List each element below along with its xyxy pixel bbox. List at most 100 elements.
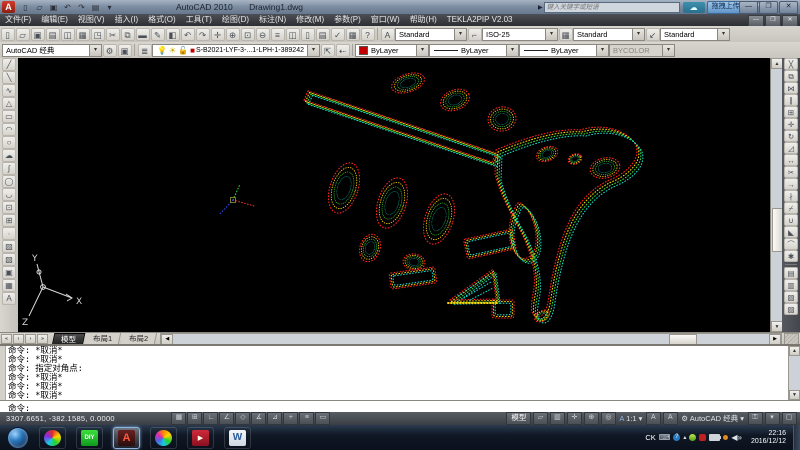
menu-p[interactable]: 参数(P) <box>329 14 366 26</box>
preview-icon[interactable]: ◫ <box>61 28 75 41</box>
minimize-button[interactable]: — <box>739 1 758 14</box>
restore-button[interactable]: ❐ <box>759 1 778 14</box>
layer-previous-icon[interactable]: ⇠ <box>336 44 350 57</box>
make-block-icon[interactable]: ⊞ <box>2 214 16 227</box>
paste-icon[interactable]: ▬ <box>136 28 150 41</box>
command-history-window[interactable]: 命令: *取消*命令: *取消*命令: 指定对角点:命令: *取消*命令: *取… <box>0 344 800 400</box>
menu-h[interactable]: 帮助(H) <box>405 14 442 26</box>
command-vertical-scrollbar[interactable]: ▲ ▼ <box>788 346 800 400</box>
layer-manager-icon[interactable]: ≣ <box>138 44 152 57</box>
model-space-button[interactable]: 模型 <box>506 412 531 425</box>
undo-icon[interactable]: ↶ <box>181 28 195 41</box>
break-point-icon[interactable]: ∤ <box>784 190 798 202</box>
mtext-icon[interactable]: A <box>2 292 16 305</box>
security-tray-icon[interactable] <box>689 434 696 441</box>
keyboard-icon[interactable]: ⌨ <box>659 433 671 442</box>
publish-icon[interactable]: ▦ <box>76 28 90 41</box>
text-style-icon[interactable]: A <box>381 28 395 41</box>
ducs-toggle[interactable]: ⊿ <box>267 412 282 425</box>
spline-icon[interactable]: ∫ <box>2 162 16 175</box>
hscroll-thumb[interactable] <box>669 334 697 345</box>
polar-toggle[interactable]: ∠ <box>219 412 234 425</box>
new-icon[interactable]: ▯ <box>20 2 32 13</box>
scale-icon[interactable]: ◿ <box>784 142 798 154</box>
plot-icon[interactable]: ▤ <box>46 28 60 41</box>
scroll-right-icon[interactable]: ▶ <box>769 334 781 345</box>
menu-n[interactable]: 标注(N) <box>254 14 291 26</box>
layer-color-icon[interactable]: ■ <box>190 46 195 55</box>
zoom-previous-icon[interactable]: ⊖ <box>256 28 270 41</box>
menu-f[interactable]: 文件(F) <box>0 14 36 26</box>
menu-t[interactable]: 工具(T) <box>181 14 217 26</box>
battery-icon[interactable] <box>709 434 720 441</box>
properties-icon[interactable]: ≡ <box>271 28 285 41</box>
lwt-toggle[interactable]: ≡ <box>299 412 314 425</box>
status-menu-icon[interactable]: ▾ <box>765 412 780 425</box>
circle-icon[interactable]: ○ <box>2 136 16 149</box>
join-icon[interactable]: ∪ <box>784 214 798 226</box>
app-pinwheel[interactable] <box>150 427 177 449</box>
menu-o[interactable]: 格式(O) <box>143 14 181 26</box>
draworder-under-icon[interactable]: ▨ <box>784 303 798 315</box>
redo-icon[interactable]: ↷ <box>196 28 210 41</box>
help-icon[interactable]: ? <box>361 28 375 41</box>
zoom-window-icon[interactable]: ⊡ <box>241 28 255 41</box>
workspace-settings-icon[interactable]: ⚙ <box>103 44 117 57</box>
menu-e[interactable]: 编辑(E) <box>36 14 73 26</box>
fillet-icon[interactable]: ⌒ <box>784 238 798 250</box>
clean-screen-icon[interactable]: ▢ <box>782 412 797 425</box>
menu-w[interactable]: 窗口(W) <box>366 14 405 26</box>
grid-toggle[interactable]: ⊞ <box>187 412 202 425</box>
mleader-style-icon[interactable]: ↙ <box>646 28 660 41</box>
draworder-back-icon[interactable]: ▥ <box>784 279 798 291</box>
dim-style-icon[interactable]: ⌐ <box>468 28 482 41</box>
workspace-dropdown[interactable]: AutoCAD 经典▾ <box>2 44 102 57</box>
explode-icon[interactable]: ✱ <box>784 250 798 262</box>
break-icon[interactable]: ⌿ <box>784 202 798 214</box>
search-collapse-icon[interactable]: ▶ <box>538 4 543 11</box>
markup-icon[interactable]: ✓ <box>331 28 345 41</box>
dim-style-dropdown[interactable]: ISO-25▾ <box>482 28 558 41</box>
autocad-logo-icon[interactable]: A <box>2 1 15 13</box>
table-style-icon[interactable]: ▦ <box>559 28 573 41</box>
pan-icon[interactable]: ✛ <box>211 28 225 41</box>
table-style-dropdown[interactable]: Standard▾ <box>573 28 645 41</box>
drawing-quickview-icon[interactable]: ▥ <box>550 412 565 425</box>
matchprop-icon[interactable]: ✎ <box>151 28 165 41</box>
communication-center-icon[interactable]: ☁ <box>683 2 705 13</box>
app-autocad[interactable]: A <box>113 427 140 449</box>
extend-icon[interactable]: → <box>784 178 798 190</box>
toolbar-lock-icon[interactable]: ⚿ <box>748 412 763 425</box>
steeringwheel-icon[interactable]: ◎ <box>601 412 616 425</box>
revcloud-icon[interactable]: ☁ <box>2 149 16 162</box>
canvas-vertical-scrollbar[interactable]: ▲ ▼ <box>770 58 782 332</box>
draworder-above-icon[interactable]: ▧ <box>784 291 798 303</box>
menu-m[interactable]: 修改(M) <box>291 14 329 26</box>
osnap-toggle[interactable]: ◇ <box>235 412 250 425</box>
pan-tool-icon[interactable]: ✛ <box>567 412 582 425</box>
tab-布局1[interactable]: 布局1 <box>85 333 122 344</box>
plot-icon[interactable]: ▤ <box>90 2 102 13</box>
annotation-visibility-icon[interactable]: A <box>646 412 661 425</box>
color-dropdown[interactable]: ByLayer▾ <box>355 44 429 57</box>
layer-freeze-icon[interactable]: ☀ <box>169 46 176 55</box>
volume-icon[interactable]: ◀» <box>731 433 742 442</box>
rotate-icon[interactable]: ↻ <box>784 130 798 142</box>
ellipse-icon[interactable]: ◯ <box>2 175 16 188</box>
undo-icon[interactable]: ↶ <box>62 2 74 13</box>
save-icon[interactable]: ▣ <box>31 28 45 41</box>
tray-expand-icon[interactable]: ▴ <box>683 434 686 441</box>
menu-d[interactable]: 绘图(D) <box>217 14 254 26</box>
app-diy[interactable]: DIY <box>76 427 103 449</box>
zoom-tool-icon[interactable]: ⊕ <box>584 412 599 425</box>
save-icon[interactable]: ▣ <box>48 2 60 13</box>
cmd-scroll-up-icon[interactable]: ▲ <box>789 346 800 356</box>
workspace-save-icon[interactable]: ▣ <box>118 44 132 57</box>
text-style-dropdown[interactable]: Standard▾ <box>395 28 467 41</box>
show-desktop-button[interactable] <box>793 425 800 450</box>
quickcalc-icon[interactable]: ▦ <box>346 28 360 41</box>
menu-tekla2pipv203[interactable]: TEKLA2PIP V2.03 <box>442 14 518 26</box>
search-input[interactable] <box>544 2 680 13</box>
arc-icon[interactable]: ◠ <box>2 123 16 136</box>
open-icon[interactable]: ▱ <box>16 28 30 41</box>
